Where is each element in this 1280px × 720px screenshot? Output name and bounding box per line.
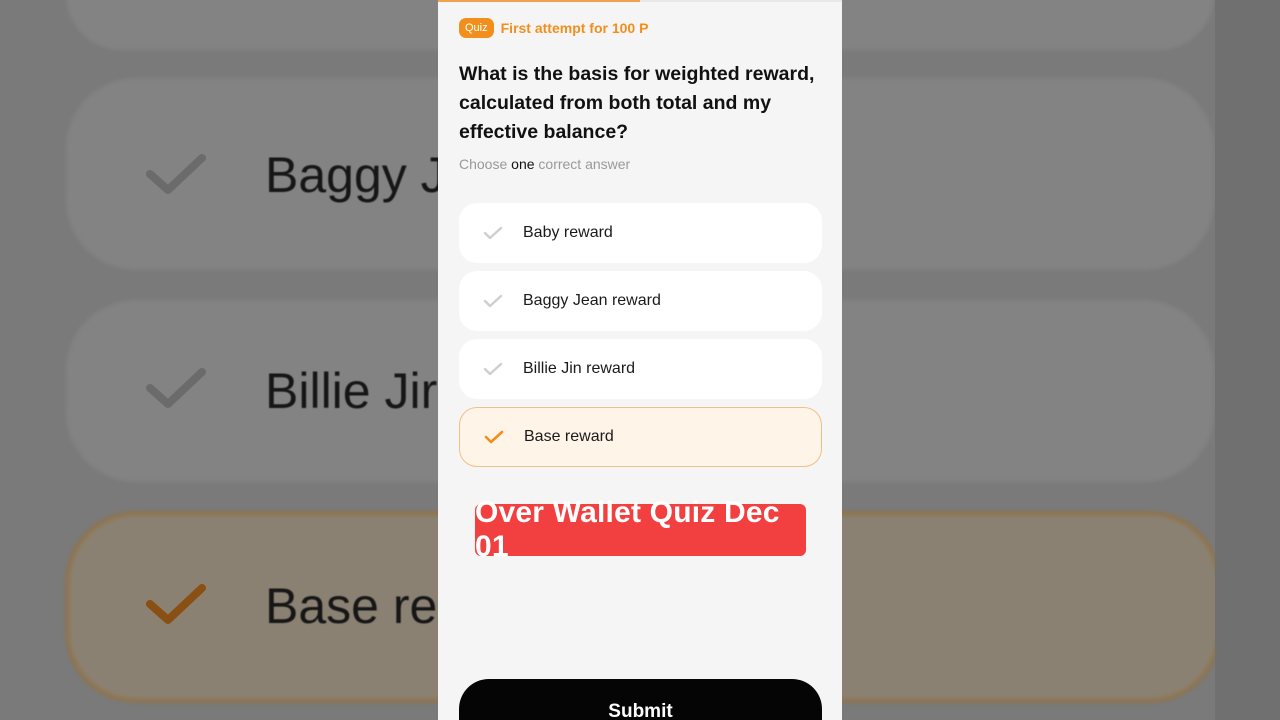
check-icon: [484, 430, 504, 444]
quiz-header: Quiz First attempt for 100 P: [459, 18, 648, 38]
background-option-text: Baggy J: [265, 147, 446, 203]
answer-option[interactable]: Baby reward: [459, 203, 822, 263]
question-text: What is the basis for weighted reward, c…: [459, 63, 815, 143]
answer-option-label: Billie Jin reward: [523, 360, 636, 377]
check-icon: [146, 154, 206, 194]
check-icon: [483, 226, 503, 240]
answer-option-label: Base reward: [524, 428, 614, 445]
answer-option[interactable]: Billie Jin reward: [459, 339, 822, 399]
check-icon: [483, 362, 503, 376]
progress-bar-fill: [438, 0, 640, 2]
quiz-badge: Quiz: [459, 18, 494, 38]
answer-hint: Choose one correct answer: [459, 156, 631, 172]
background-option-text: Base re: [265, 578, 438, 634]
check-icon: [146, 368, 206, 408]
answer-option-label: Baggy Jean reward: [523, 292, 661, 309]
check-icon: [483, 294, 503, 308]
background-option-text: Billie Jir: [265, 363, 438, 419]
background-edge: [1215, 0, 1280, 720]
answer-option[interactable]: Baggy Jean reward: [459, 271, 822, 331]
answer-options: Baby reward Baggy Jean reward Billie Jin…: [459, 203, 822, 475]
quiz-title-banner: Over Wallet Quiz Dec 01: [475, 496, 806, 563]
answer-option-label: Baby reward: [523, 224, 613, 241]
attempt-reward-text: First attempt for 100 P: [500, 20, 649, 36]
quiz-screen: Quiz First attempt for 100 P What is the…: [438, 0, 842, 720]
progress-bar: [438, 0, 842, 2]
submit-button[interactable]: Submit: [459, 679, 822, 720]
answer-option-selected[interactable]: Base reward: [459, 407, 822, 467]
check-icon: [146, 584, 206, 624]
